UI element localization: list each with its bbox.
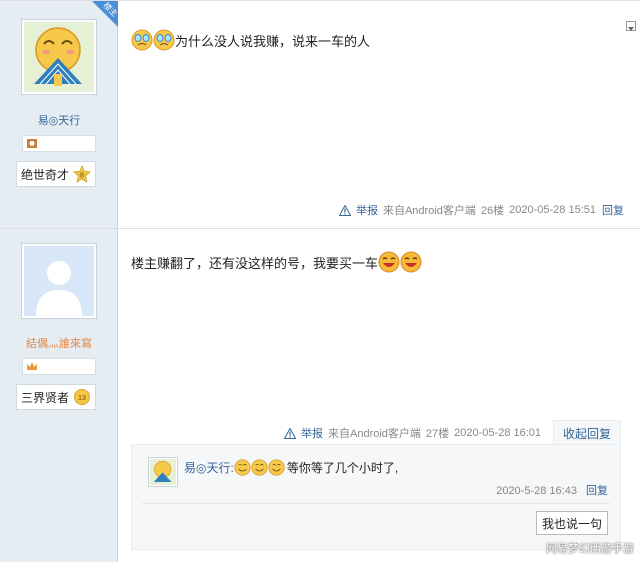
sub-reply-avatar[interactable] [148,457,178,487]
post-source: 来自Android客户端 [328,428,421,440]
watermark: 网易梦幻西游手游 [546,543,634,555]
level-icon-box [22,135,96,152]
post-content: 为什么没人说我赚，说来一车的人 举报 来自Android客户端 26楼 2020… [119,1,640,228]
rank-level: 8 [80,171,84,180]
sub-reply-line: 易◎天行: 等你等了几个小时了, [184,459,398,476]
report-link[interactable]: 举报 [338,202,378,218]
post-text: 为什么没人说我赚，说来一车的人 [175,33,371,49]
report-label: 举报 [301,428,323,440]
rank-box: 三界贤者 13 [16,384,97,410]
post-menu-dropdown[interactable] [626,21,636,31]
username[interactable]: 結偶灬誰來寫 [0,335,118,351]
user-sidebar: 易◎天行 绝世奇才 8 [0,1,118,228]
post-text-row: 楼主赚翻了，还有没这样的号，我要买一车 [131,251,422,273]
sub-reply-reply-link[interactable]: 回复 [586,485,608,497]
warning-icon [338,204,351,216]
sub-reply-panel: 易◎天行: 等你等了几个小时了, 2020-5-28 16:43 回复 我也说一… [131,444,621,550]
user-avatar[interactable] [21,243,97,319]
crying-emoji-icon [153,29,175,51]
floor-number: 27楼 [425,428,450,440]
post-text: 楼主赚翻了，还有没这样的号，我要买一车 [131,255,379,271]
post-meta: 举报 来自Android客户端 26楼 2020-05-28 15:51 回复 [334,202,624,218]
sub-reply-datetime: 2020-5-28 16:43 [496,485,577,497]
default-avatar-icon [24,246,94,316]
laughing-emoji-icon [400,251,422,273]
warning-icon [284,427,296,439]
report-label: 举报 [355,205,378,217]
reply-link[interactable]: 回复 [602,202,624,218]
rank-level: 13 [78,393,86,402]
crying-emoji-icon [131,29,153,51]
sub-reply-text: 等你等了几个小时了, [286,461,399,475]
level-icon-box [22,358,96,375]
sub-reply-meta: 2020-5-28 16:43 回复 [496,482,608,498]
rank-moon-badge-icon: 13 [74,388,91,406]
sub-reply-username[interactable]: 易◎天行: [184,459,234,476]
add-comment-button[interactable]: 我也说一句 [536,511,608,535]
smiley-fan-avatar-icon [150,459,176,485]
post-26: 易◎天行 绝世奇才 8 楼主 为什么没人说我赚，说来一车的人 举报 来自Andr… [0,0,640,228]
rank-star-badge-icon: 8 [73,165,91,183]
floor-number: 26楼 [480,205,505,217]
smile-emoji-icon [268,459,285,476]
divider [142,503,610,504]
user-avatar[interactable] [21,19,97,95]
level-medal-icon [27,139,37,148]
username[interactable]: 易◎天行 [0,112,118,128]
rank-box: 绝世奇才 8 [16,161,97,187]
level-crown-icon [27,362,37,370]
smile-emoji-icon [251,459,268,476]
report-link[interactable]: 举报 [284,425,323,441]
post-datetime: 2020-05-28 15:51 [509,204,596,216]
chevron-down-icon [628,27,634,31]
collapse-replies-button[interactable]: 收起回复 [553,420,621,445]
post-meta: 举报 来自Android客户端 27楼 2020-05-28 16:01 [279,425,541,441]
post-datetime: 2020-05-28 16:01 [454,427,542,439]
smiley-fan-avatar-icon [24,22,94,92]
owner-tag: 楼主 [92,1,118,27]
owner-corner-icon: 楼主 [92,1,118,27]
user-sidebar: 結偶灬誰來寫 三界贤者 13 [0,229,118,562]
smile-emoji-icon [234,459,251,476]
rank-title: 绝世奇才 [21,167,70,182]
rank-title: 三界贤者 [21,390,70,405]
laughing-emoji-icon [378,251,400,273]
post-source: 来自Android客户端 [382,205,476,217]
post-text-row: 为什么没人说我赚，说来一车的人 [131,29,370,51]
